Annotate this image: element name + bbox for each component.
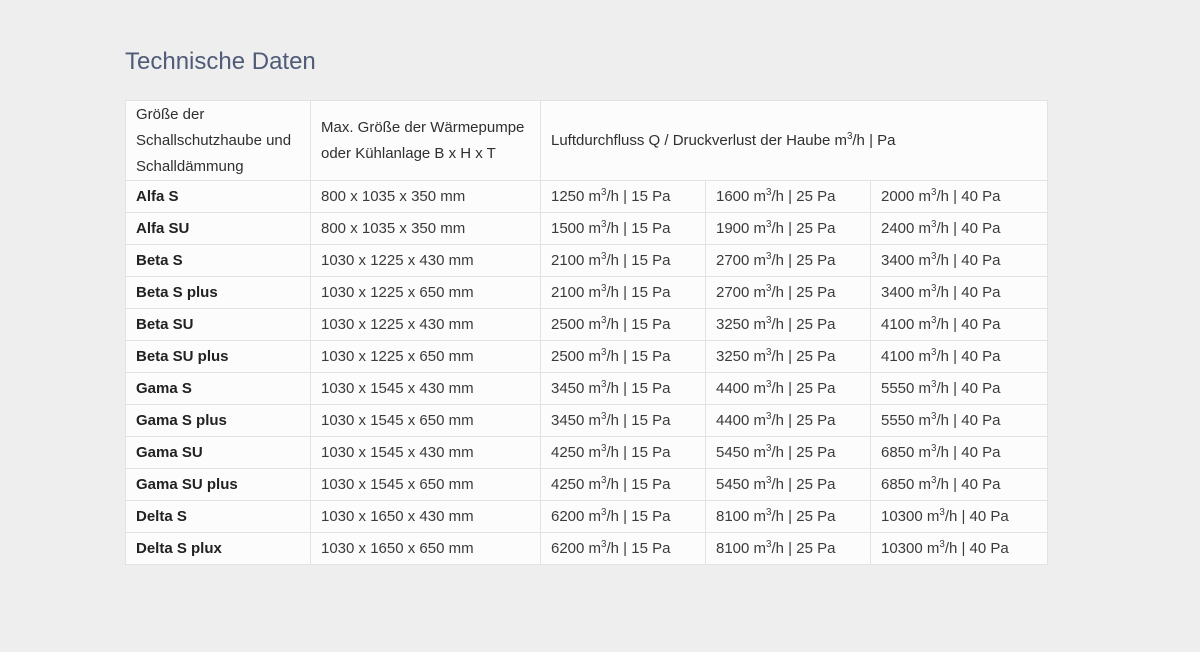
table-row: Beta S plus 1030 x 1225 x 650 mm 2100 m3… <box>126 277 1048 309</box>
flow-40pa-cell: 2400 m3/h | 40 Pa <box>871 213 1048 245</box>
table-row: Beta SU 1030 x 1225 x 430 mm 2500 m3/h |… <box>126 309 1048 341</box>
size-cell: 1030 x 1545 x 430 mm <box>311 437 541 469</box>
flow-40pa-cell: 10300 m3/h | 40 Pa <box>871 533 1048 565</box>
flow-15pa-cell: 1250 m3/h | 15 Pa <box>541 181 706 213</box>
col-header-cover-size: Größe der Schallschutzhaube und Schalldä… <box>126 101 311 181</box>
table-row: Delta S 1030 x 1650 x 430 mm 6200 m3/h |… <box>126 501 1048 533</box>
table-row: Gama S plus 1030 x 1545 x 650 mm 3450 m3… <box>126 405 1048 437</box>
flow-15pa-cell: 4250 m3/h | 15 Pa <box>541 437 706 469</box>
size-cell: 1030 x 1650 x 650 mm <box>311 533 541 565</box>
model-cell: Gama SU <box>126 437 311 469</box>
model-cell: Alfa S <box>126 181 311 213</box>
table-header: Größe der Schallschutzhaube und Schalldä… <box>126 101 1048 181</box>
flow-40pa-cell: 2000 m3/h | 40 Pa <box>871 181 1048 213</box>
flow-15pa-cell: 2500 m3/h | 15 Pa <box>541 309 706 341</box>
page: { "page": { "title": "Technische Daten" … <box>0 0 1200 652</box>
flow-25pa-cell: 1900 m3/h | 25 Pa <box>706 213 871 245</box>
flow-15pa-cell: 3450 m3/h | 15 Pa <box>541 373 706 405</box>
model-cell: Delta S plux <box>126 533 311 565</box>
page-title: Technische Daten <box>125 49 316 75</box>
flow-25pa-cell: 5450 m3/h | 25 Pa <box>706 469 871 501</box>
flow-40pa-cell: 5550 m3/h | 40 Pa <box>871 373 1048 405</box>
flow-40pa-cell: 3400 m3/h | 40 Pa <box>871 245 1048 277</box>
col-header-max-unit-size: Max. Größe der Wärmepumpe oder Kühlanlag… <box>311 101 541 181</box>
size-cell: 1030 x 1650 x 430 mm <box>311 501 541 533</box>
model-cell: Beta SU plus <box>126 341 311 373</box>
table-row: Alfa S 800 x 1035 x 350 mm 1250 m3/h | 1… <box>126 181 1048 213</box>
model-cell: Gama S <box>126 373 311 405</box>
flow-25pa-cell: 4400 m3/h | 25 Pa <box>706 373 871 405</box>
flow-40pa-cell: 3400 m3/h | 40 Pa <box>871 277 1048 309</box>
flow-40pa-cell: 10300 m3/h | 40 Pa <box>871 501 1048 533</box>
flow-40pa-cell: 4100 m3/h | 40 Pa <box>871 309 1048 341</box>
size-cell: 800 x 1035 x 350 mm <box>311 181 541 213</box>
flow-15pa-cell: 3450 m3/h | 15 Pa <box>541 405 706 437</box>
table-row: Gama S 1030 x 1545 x 430 mm 3450 m3/h | … <box>126 373 1048 405</box>
flow-15pa-cell: 2100 m3/h | 15 Pa <box>541 245 706 277</box>
flow-15pa-cell: 1500 m3/h | 15 Pa <box>541 213 706 245</box>
size-cell: 1030 x 1225 x 430 mm <box>311 245 541 277</box>
size-cell: 1030 x 1545 x 430 mm <box>311 373 541 405</box>
flow-25pa-cell: 5450 m3/h | 25 Pa <box>706 437 871 469</box>
table-row: Gama SU plus 1030 x 1545 x 650 mm 4250 m… <box>126 469 1048 501</box>
model-cell: Gama S plus <box>126 405 311 437</box>
size-cell: 1030 x 1225 x 430 mm <box>311 309 541 341</box>
model-cell: Gama SU plus <box>126 469 311 501</box>
model-cell: Delta S <box>126 501 311 533</box>
flow-25pa-cell: 2700 m3/h | 25 Pa <box>706 245 871 277</box>
flow-15pa-cell: 2500 m3/h | 15 Pa <box>541 341 706 373</box>
flow-25pa-cell: 3250 m3/h | 25 Pa <box>706 341 871 373</box>
flow-15pa-cell: 2100 m3/h | 15 Pa <box>541 277 706 309</box>
flow-15pa-cell: 4250 m3/h | 15 Pa <box>541 469 706 501</box>
size-cell: 800 x 1035 x 350 mm <box>311 213 541 245</box>
flow-15pa-cell: 6200 m3/h | 15 Pa <box>541 501 706 533</box>
flow-25pa-cell: 3250 m3/h | 25 Pa <box>706 309 871 341</box>
model-cell: Alfa SU <box>126 213 311 245</box>
col-header-airflow: Luftdurchfluss Q / Druckverlust der Haub… <box>541 101 1048 181</box>
technical-data-table: Größe der Schallschutzhaube und Schalldä… <box>125 100 1048 565</box>
table-row: Gama SU 1030 x 1545 x 430 mm 4250 m3/h |… <box>126 437 1048 469</box>
flow-40pa-cell: 5550 m3/h | 40 Pa <box>871 405 1048 437</box>
size-cell: 1030 x 1225 x 650 mm <box>311 277 541 309</box>
flow-25pa-cell: 1600 m3/h | 25 Pa <box>706 181 871 213</box>
table-row: Beta SU plus 1030 x 1225 x 650 mm 2500 m… <box>126 341 1048 373</box>
flow-25pa-cell: 4400 m3/h | 25 Pa <box>706 405 871 437</box>
table-row: Alfa SU 800 x 1035 x 350 mm 1500 m3/h | … <box>126 213 1048 245</box>
table-row: Delta S plux 1030 x 1650 x 650 mm 6200 m… <box>126 533 1048 565</box>
size-cell: 1030 x 1225 x 650 mm <box>311 341 541 373</box>
model-cell: Beta S plus <box>126 277 311 309</box>
size-cell: 1030 x 1545 x 650 mm <box>311 405 541 437</box>
model-cell: Beta S <box>126 245 311 277</box>
flow-15pa-cell: 6200 m3/h | 15 Pa <box>541 533 706 565</box>
flow-40pa-cell: 6850 m3/h | 40 Pa <box>871 469 1048 501</box>
flow-25pa-cell: 8100 m3/h | 25 Pa <box>706 533 871 565</box>
flow-40pa-cell: 4100 m3/h | 40 Pa <box>871 341 1048 373</box>
flow-25pa-cell: 2700 m3/h | 25 Pa <box>706 277 871 309</box>
flow-25pa-cell: 8100 m3/h | 25 Pa <box>706 501 871 533</box>
model-cell: Beta SU <box>126 309 311 341</box>
size-cell: 1030 x 1545 x 650 mm <box>311 469 541 501</box>
table-row: Beta S 1030 x 1225 x 430 mm 2100 m3/h | … <box>126 245 1048 277</box>
flow-40pa-cell: 6850 m3/h | 40 Pa <box>871 437 1048 469</box>
table-body: Alfa S 800 x 1035 x 350 mm 1250 m3/h | 1… <box>126 181 1048 565</box>
header-row: Größe der Schallschutzhaube und Schalldä… <box>126 101 1048 181</box>
